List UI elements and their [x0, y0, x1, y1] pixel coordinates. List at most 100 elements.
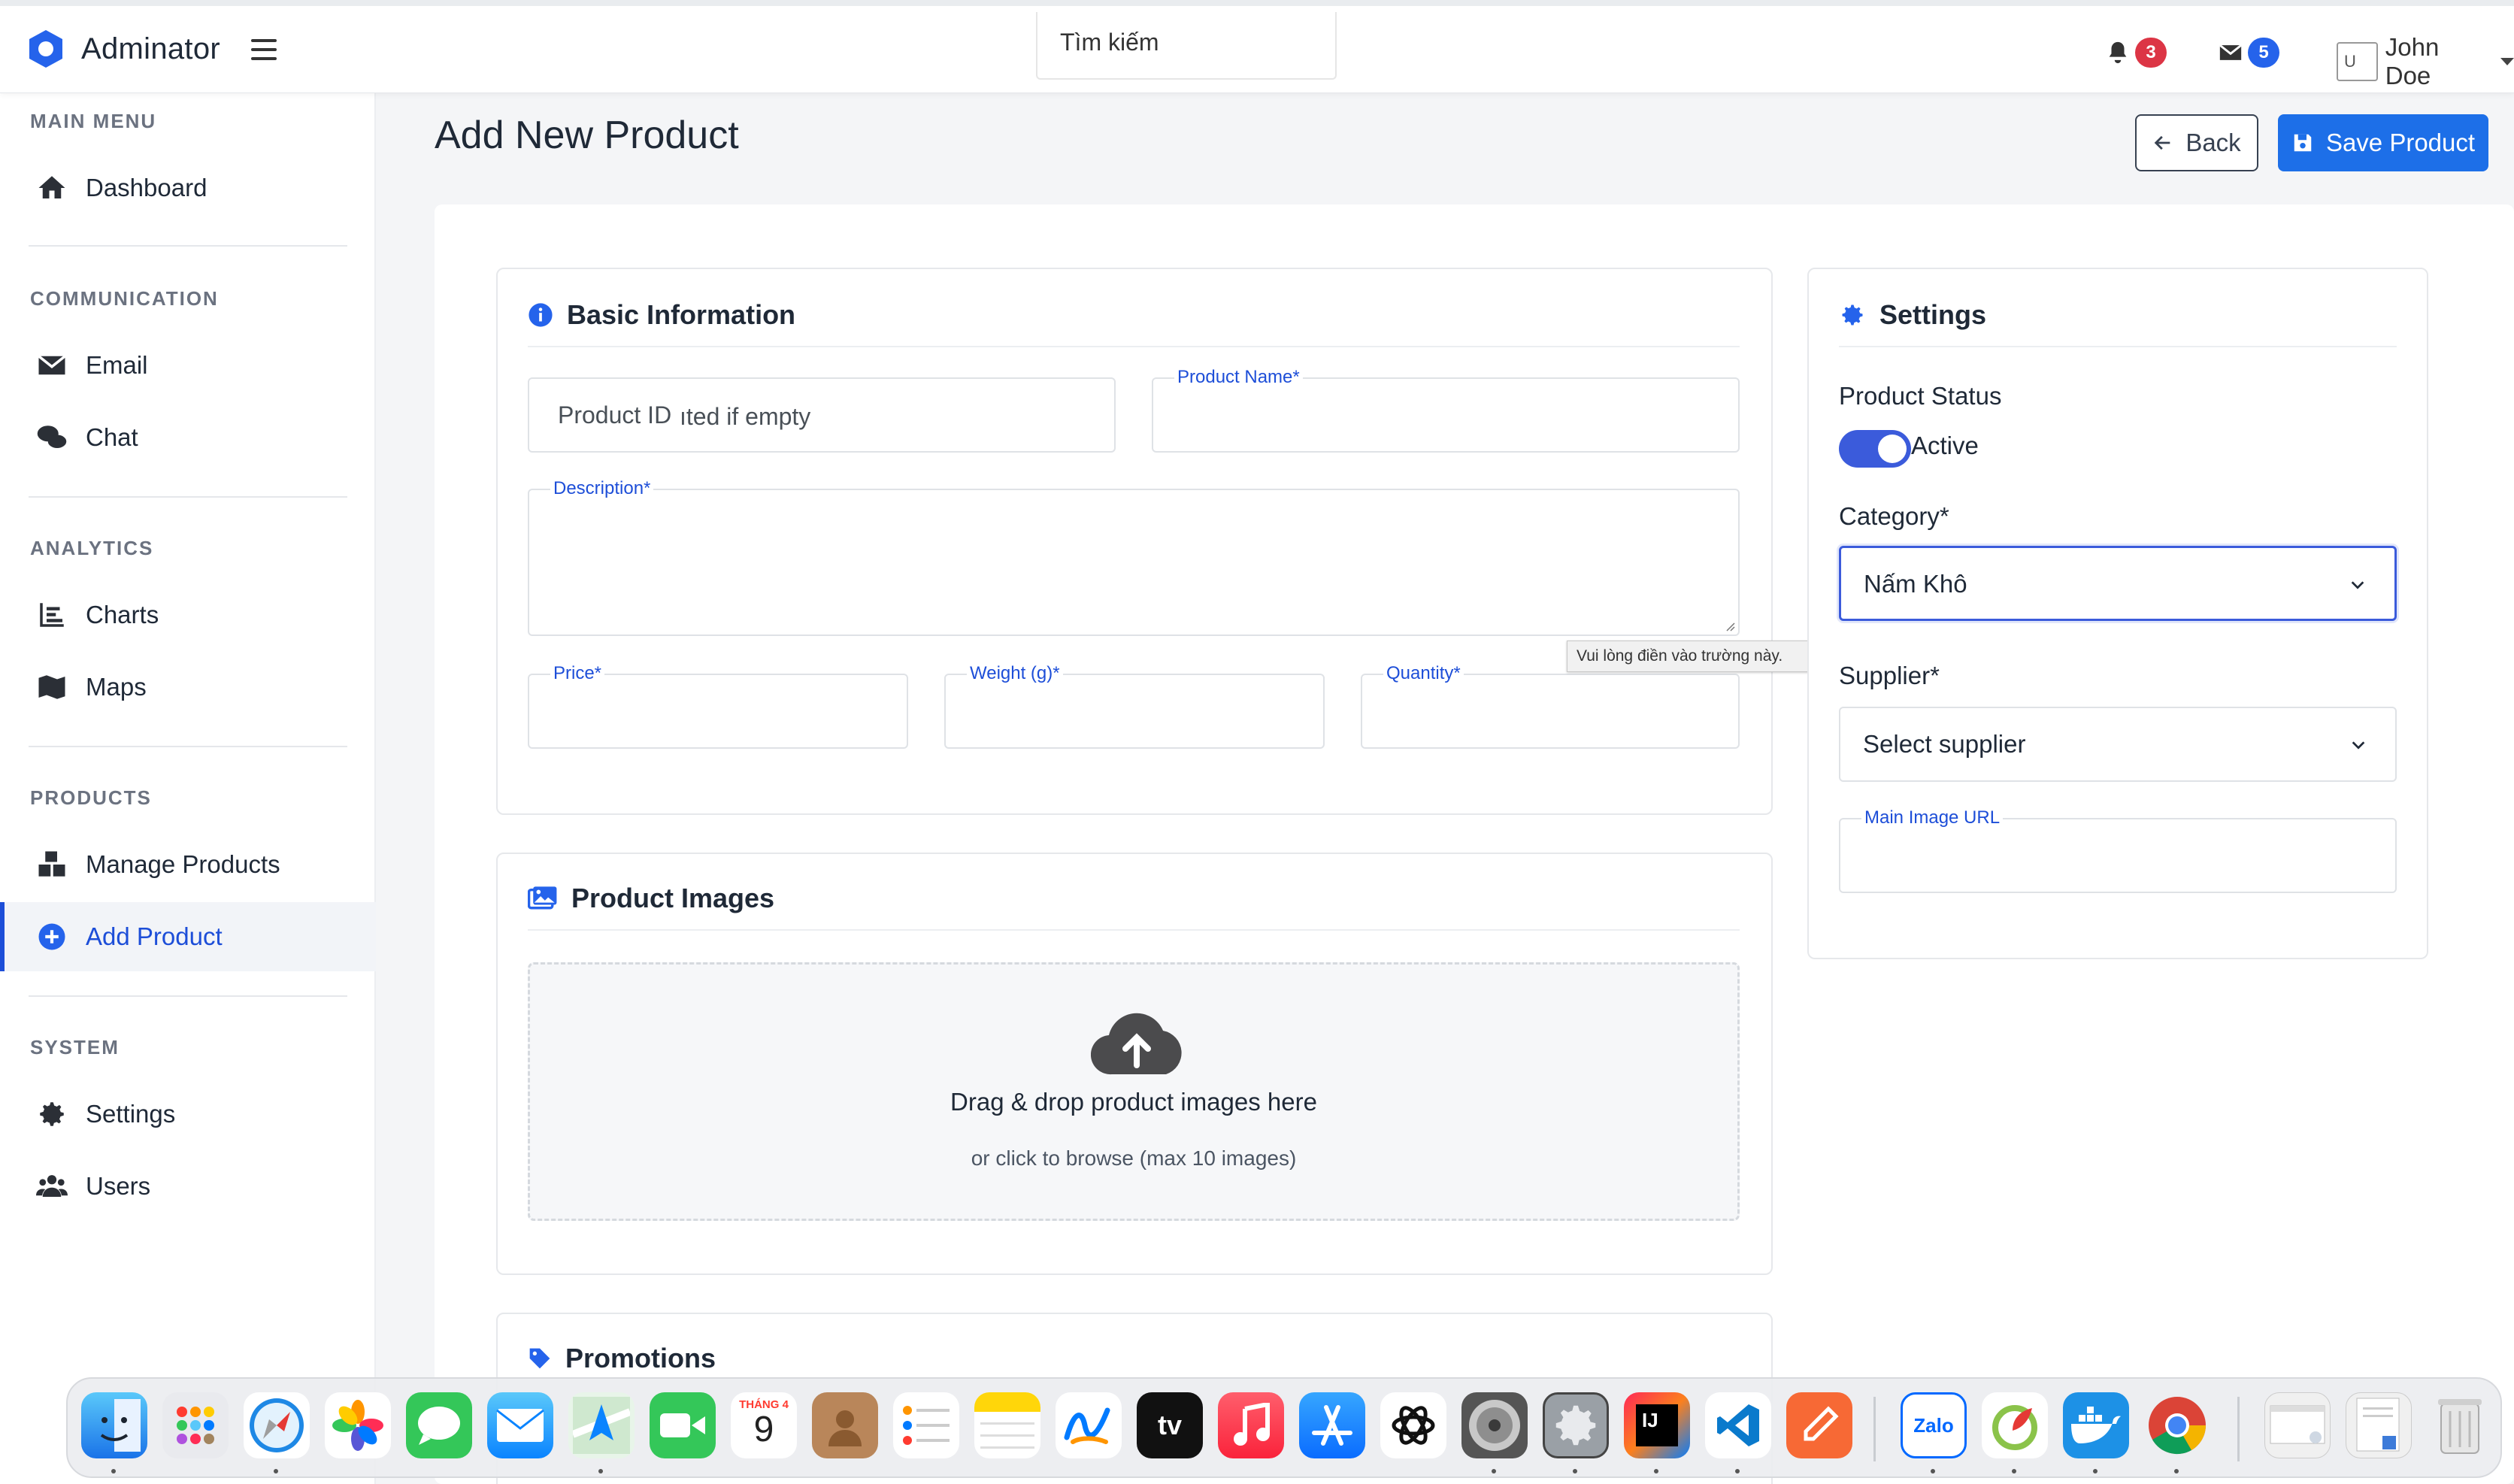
gear-icon	[1555, 1405, 1596, 1446]
product-status-value: Active	[1911, 432, 1979, 459]
divider	[528, 346, 1740, 347]
user-menu[interactable]: U John Doe	[2337, 33, 2514, 90]
chart-icon	[40, 603, 64, 627]
facetime-icon[interactable]	[650, 1392, 716, 1458]
price-field[interactable]: Price*	[528, 663, 908, 749]
divider	[29, 995, 347, 997]
product-name-field[interactable]: Product Name*	[1152, 367, 1740, 453]
running-indicator	[1654, 1469, 1658, 1473]
zalo-icon[interactable]: Zalo	[1901, 1392, 1967, 1458]
sidebar-item-dashboard[interactable]: Dashboard	[0, 153, 376, 223]
save-label: Save Product	[2325, 129, 2476, 156]
supplier-label: Supplier*	[1839, 662, 1940, 689]
weight-field[interactable]: Weight (g)*	[944, 663, 1325, 749]
sidebar-item-label: Maps	[86, 673, 147, 701]
git-tool-icon[interactable]	[1982, 1392, 2048, 1458]
freeform-icon[interactable]	[1056, 1392, 1122, 1458]
trash-can-icon	[2438, 1399, 2482, 1454]
finder-icon[interactable]	[81, 1392, 147, 1458]
back-button[interactable]: Back	[2135, 114, 2258, 171]
product-status-toggle[interactable]	[1839, 430, 1911, 468]
app-store-icon[interactable]	[1299, 1392, 1365, 1458]
chrome-icon[interactable]	[2144, 1392, 2210, 1458]
trash-icon[interactable]	[2427, 1392, 2493, 1458]
description-field[interactable]: Description*	[528, 478, 1740, 636]
image-dropzone[interactable]: Drag & drop product images here or click…	[528, 962, 1740, 1221]
dropzone-subtext: or click to browse (max 10 images)	[971, 1146, 1297, 1170]
contacts-icon[interactable]	[812, 1392, 878, 1458]
photos-icon[interactable]	[325, 1392, 391, 1458]
zalo-label: Zalo	[1913, 1413, 1954, 1437]
music-icon[interactable]	[1218, 1392, 1284, 1458]
panel-title-text: Settings	[1879, 299, 1987, 330]
running-indicator	[274, 1469, 278, 1473]
supplier-select[interactable]: Select supplier	[1839, 707, 2397, 782]
disk-utility-icon[interactable]	[1461, 1392, 1528, 1458]
launchpad-icon[interactable]	[162, 1392, 229, 1458]
sidebar-item-chat[interactable]: Chat	[0, 403, 376, 472]
main-image-url-field[interactable]: Main Image URL	[1839, 807, 2397, 893]
maps-icon[interactable]	[568, 1392, 635, 1458]
sidebar-item-email[interactable]: Email	[0, 331, 376, 400]
sidebar-item-users[interactable]: Users	[0, 1152, 376, 1221]
downloads-stack-icon[interactable]	[2346, 1392, 2412, 1458]
top-navbar: Adminator Tìm kiếm 3 5 U John Doe	[0, 0, 2514, 93]
sidebar-item-settings[interactable]: Settings	[0, 1080, 376, 1149]
section-title-system: SYSTEM	[30, 1036, 120, 1058]
tag-icon	[529, 1348, 550, 1369]
section-title-analytics: ANALYTICS	[30, 537, 154, 559]
vscode-icon[interactable]	[1705, 1392, 1771, 1458]
running-indicator	[1931, 1469, 1935, 1473]
documents-stack-icon[interactable]	[2264, 1392, 2331, 1458]
safari-icon[interactable]	[244, 1392, 310, 1458]
sidebar-item-label: Manage Products	[86, 850, 280, 878]
quantity-field[interactable]: Quantity*	[1361, 663, 1740, 749]
dock-separator	[2237, 1397, 2240, 1461]
system-settings-icon[interactable]	[1543, 1392, 1609, 1458]
messages-icon[interactable]	[406, 1392, 472, 1458]
map-icon	[38, 675, 65, 699]
images-icon	[528, 886, 557, 910]
disk-icon	[1469, 1400, 1520, 1451]
brand[interactable]: Adminator	[26, 29, 220, 69]
postman-icon[interactable]	[1786, 1392, 1852, 1458]
sidebar-item-manage-products[interactable]: Manage Products	[0, 830, 376, 899]
section-title-communication: COMMUNICATION	[30, 287, 219, 310]
settings-title: Settings	[1839, 299, 1986, 331]
sidebar: MAIN MENU Dashboard COMMUNICATION Email …	[0, 93, 376, 1484]
messages-button[interactable]: 5	[2218, 38, 2279, 68]
category-value: Nấm Khô	[1864, 570, 1967, 598]
save-product-button[interactable]: Save Product	[2278, 114, 2488, 171]
notification-badge: 3	[2135, 38, 2167, 68]
calendar-day: 9	[753, 1409, 774, 1449]
sidebar-item-charts[interactable]: Charts	[0, 580, 376, 650]
info-circle-icon	[529, 303, 553, 327]
category-select[interactable]: Nấm Khô	[1839, 546, 2397, 621]
sidebar-item-add-product[interactable]: Add Product	[0, 902, 376, 971]
resize-grip-icon[interactable]	[1723, 619, 1735, 631]
product-id-field[interactable]: Product ID ıted if empty	[528, 377, 1116, 453]
docker-icon[interactable]	[2063, 1392, 2129, 1458]
intellij-icon[interactable]: IJ	[1624, 1392, 1690, 1458]
envelope-icon	[38, 355, 66, 375]
calendar-icon[interactable]: THÁNG 4 9	[731, 1392, 797, 1458]
mail-icon[interactable]	[487, 1392, 553, 1458]
map-pin-icon	[573, 1397, 630, 1454]
plus-circle-icon	[38, 923, 65, 950]
apple-tv-icon[interactable]: tv	[1137, 1392, 1203, 1458]
back-label: Back	[2185, 129, 2241, 156]
user-name: John Doe	[2385, 33, 2440, 89]
users-icon	[36, 1175, 68, 1197]
search-input[interactable]: Tìm kiếm	[1036, 12, 1337, 80]
window-thumbnail-icon	[2270, 1405, 2325, 1444]
notes-icon[interactable]	[974, 1392, 1040, 1458]
whale-icon	[2071, 1407, 2121, 1443]
pen-tool-icon	[1804, 1406, 1839, 1441]
chatgpt-icon[interactable]	[1380, 1392, 1446, 1458]
squiggle-icon	[1064, 1407, 1110, 1444]
menu-toggle-icon[interactable]	[251, 39, 277, 62]
sidebar-item-maps[interactable]: Maps	[0, 653, 376, 722]
reminders-icon[interactable]	[893, 1392, 959, 1458]
notifications-button[interactable]: 3	[2105, 38, 2167, 68]
weight-label: Weight (g)*	[967, 663, 1063, 684]
